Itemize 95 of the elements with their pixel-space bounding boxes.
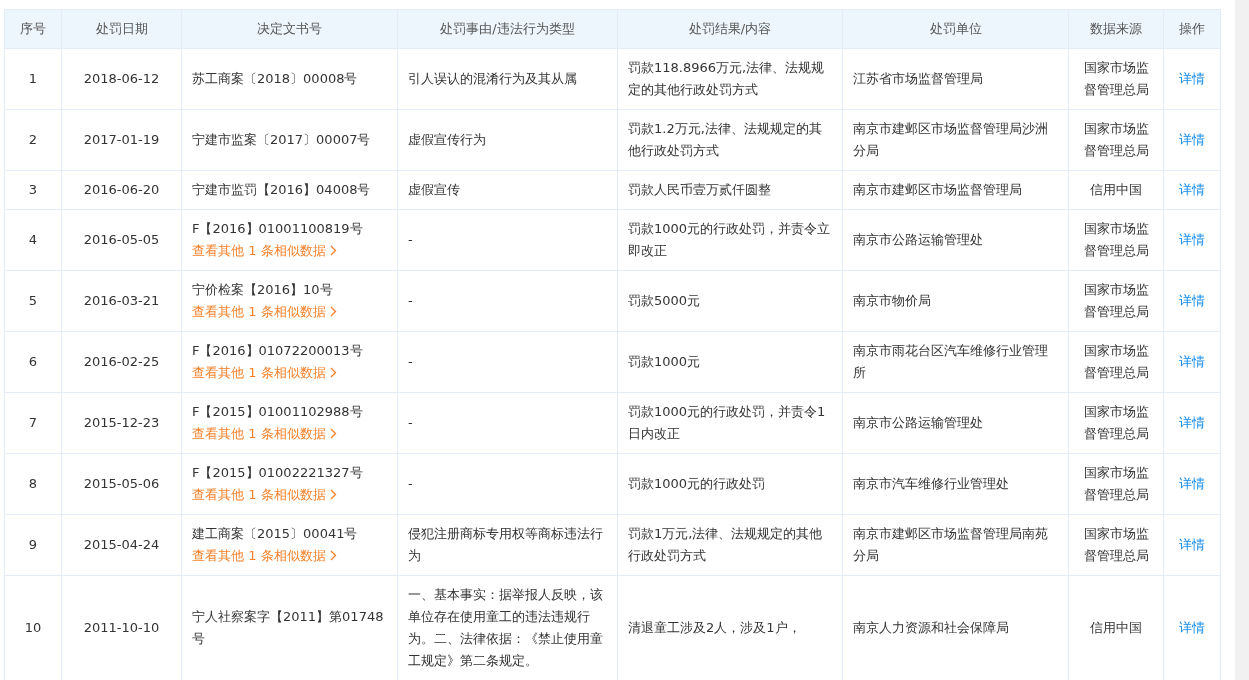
chevron-right-icon <box>329 428 337 439</box>
table-cell-text: 宁建市监罚【2016】04008号 <box>192 181 372 199</box>
table-cell: 罚款1万元,法律、法规规定的其他行政处罚方式 <box>617 514 843 576</box>
table-cell: 虚假宣传 <box>397 170 618 210</box>
column-header: 序号 <box>4 9 62 49</box>
table-cell: 罚款5000元 <box>617 270 843 332</box>
table-cell: 国家市场监督管理总局 <box>1068 48 1164 110</box>
similar-data-link[interactable]: 查看其他 1 条相似数据 <box>192 545 337 567</box>
table-cell: 国家市场监督管理总局 <box>1068 109 1164 171</box>
table-cell: 南京市物价局 <box>842 270 1069 332</box>
details-link[interactable]: 详情 <box>1179 182 1205 197</box>
table-cell: 2016-02-25 <box>61 331 182 393</box>
table-cell: 2017-01-19 <box>61 109 182 171</box>
column-header: 处罚日期 <box>61 9 182 49</box>
details-link[interactable]: 详情 <box>1179 415 1205 430</box>
table-cell: 2015-04-24 <box>61 514 182 576</box>
similar-data-link[interactable]: 查看其他 1 条相似数据 <box>192 423 337 445</box>
details-link[interactable]: 详情 <box>1179 620 1205 635</box>
table-cell: 罚款人民币壹万贰仟圆整 <box>617 170 843 210</box>
column-header: 决定文书号 <box>181 9 398 49</box>
table-cell: 2016-06-20 <box>61 170 182 210</box>
table-cell: - <box>397 331 618 393</box>
table-cell: - <box>397 392 618 454</box>
table-cell: 7 <box>4 392 62 454</box>
table-cell: 国家市场监督管理总局 <box>1068 453 1164 515</box>
table-cell: 虚假宣传行为 <box>397 109 618 171</box>
details-link[interactable]: 详情 <box>1179 537 1205 552</box>
table-cell-text: F【2016】01001100819号 <box>192 220 364 238</box>
table-cell: 2015-12-23 <box>61 392 182 454</box>
chevron-right-icon <box>329 489 337 500</box>
table-cell-text: F【2016】01072200013号 <box>192 342 364 360</box>
table-cell: 10 <box>4 575 62 680</box>
table-cell: 罚款1000元 <box>617 331 843 393</box>
similar-data-link[interactable]: 查看其他 1 条相似数据 <box>192 484 337 506</box>
column-header: 处罚单位 <box>842 9 1069 49</box>
table-cell: 国家市场监督管理总局 <box>1068 209 1164 271</box>
table-cell: 3 <box>4 170 62 210</box>
column-header: 数据来源 <box>1068 9 1164 49</box>
details-link[interactable]: 详情 <box>1179 476 1205 491</box>
table-cell-text: 宁建市监案〔2017〕00007号 <box>192 131 372 149</box>
table-cell: - <box>397 270 618 332</box>
table-cell: 2018-06-12 <box>61 48 182 110</box>
table-cell: 南京市汽车维修行业管理处 <box>842 453 1069 515</box>
table-cell: - <box>397 453 618 515</box>
table-cell-text: 建工商案〔2015〕00041号 <box>192 525 359 543</box>
table-cell: 罚款1000元的行政处罚，并责令立即改正 <box>617 209 843 271</box>
details-link[interactable]: 详情 <box>1179 354 1205 369</box>
details-link[interactable]: 详情 <box>1179 71 1205 86</box>
table-cell: 罚款118.8966万元,法律、法规规定的其他行政处罚方式 <box>617 48 843 110</box>
table-cell-text: 宁人社察案字【2011】第01748号 <box>192 608 385 648</box>
table-cell: 2015-05-06 <box>61 453 182 515</box>
similar-data-link[interactable]: 查看其他 1 条相似数据 <box>192 301 337 323</box>
table-cell: 国家市场监督管理总局 <box>1068 331 1164 393</box>
table-cell: 罚款1000元的行政处罚，并责令1日内改正 <box>617 392 843 454</box>
chevron-right-icon <box>329 245 337 256</box>
table-cell-text: F【2015】01001102988号 <box>192 403 364 421</box>
table-cell: 罚款1000元的行政处罚 <box>617 453 843 515</box>
table-cell: 国家市场监督管理总局 <box>1068 392 1164 454</box>
table-cell: 2016-05-05 <box>61 209 182 271</box>
table-cell: 2016-03-21 <box>61 270 182 332</box>
table-cell-text: 苏工商案〔2018〕00008号 <box>192 70 359 88</box>
table-cell: 侵犯注册商标专用权等商标违法行为 <box>397 514 618 576</box>
chevron-right-icon <box>329 306 337 317</box>
table-cell: 9 <box>4 514 62 576</box>
table-cell: 1 <box>4 48 62 110</box>
details-link[interactable]: 详情 <box>1179 293 1205 308</box>
table-cell: 罚款1.2万元,法律、法规规定的其他行政处罚方式 <box>617 109 843 171</box>
table-cell: 引人误认的混淆行为及其从属 <box>397 48 618 110</box>
table-cell: 5 <box>4 270 62 332</box>
table-cell: 8 <box>4 453 62 515</box>
similar-data-link[interactable]: 查看其他 1 条相似数据 <box>192 240 337 262</box>
details-link[interactable]: 详情 <box>1179 232 1205 247</box>
table-cell: 6 <box>4 331 62 393</box>
table-cell: 南京市建邺区市场监督管理局南苑分局 <box>842 514 1069 576</box>
table-cell: 2 <box>4 109 62 171</box>
table-cell: - <box>397 209 618 271</box>
table-cell: 南京市建邺区市场监督管理局 <box>842 170 1069 210</box>
table-cell: 国家市场监督管理总局 <box>1068 270 1164 332</box>
table-cell: 4 <box>4 209 62 271</box>
column-header: 操作 <box>1163 9 1221 49</box>
table-cell: 国家市场监督管理总局 <box>1068 514 1164 576</box>
similar-data-link[interactable]: 查看其他 1 条相似数据 <box>192 362 337 384</box>
column-header: 处罚结果/内容 <box>617 9 843 49</box>
table-cell: 南京市公路运输管理处 <box>842 209 1069 271</box>
table-cell: 江苏省市场监督管理局 <box>842 48 1069 110</box>
column-header: 处罚事由/违法行为类型 <box>397 9 618 49</box>
table-cell-text: 宁价检案【2016】10号 <box>192 281 334 299</box>
table-cell-text: F【2015】01002221327号 <box>192 464 364 482</box>
details-link[interactable]: 详情 <box>1179 132 1205 147</box>
table-cell: 南京市建邺区市场监督管理局沙洲分局 <box>842 109 1069 171</box>
table-cell: 南京市雨花台区汽车维修行业管理所 <box>842 331 1069 393</box>
chevron-right-icon <box>329 367 337 378</box>
chevron-right-icon <box>329 550 337 561</box>
table-cell: 南京市公路运输管理处 <box>842 392 1069 454</box>
table-cell: 信用中国 <box>1068 170 1164 210</box>
